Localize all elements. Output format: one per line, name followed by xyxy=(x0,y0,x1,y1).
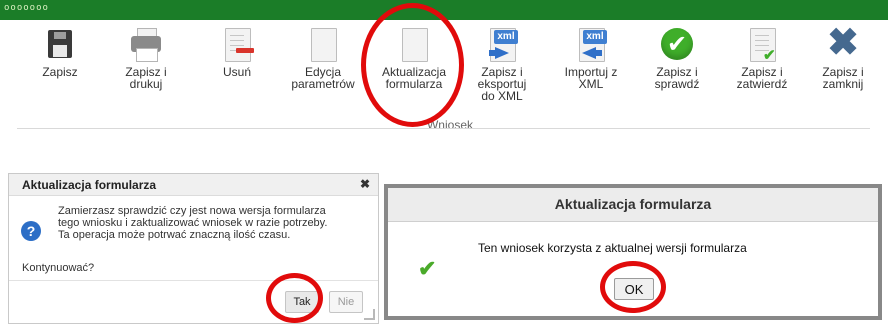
printer-icon xyxy=(129,28,163,62)
save-and-approve-button[interactable]: ✔ Zapisz i zatwierdź xyxy=(719,26,805,90)
update-confirm-dialog: Aktualizacja formularza ✖ ? Zamierzasz s… xyxy=(8,173,379,324)
result-message: Ten wniosek korzysta z aktualnej wersji … xyxy=(478,241,747,255)
xml-export-icon: xml xyxy=(485,28,519,62)
import-xml-button[interactable]: xml Importuj z XML xyxy=(548,26,634,90)
ribbon-toolbar: Zapisz Zapisz i drukuj Usuń Edycja param… xyxy=(0,20,888,132)
dialog-message: Zamierzasz sprawdzić czy jest nowa wersj… xyxy=(58,205,328,241)
delete-label: Usuń xyxy=(222,65,251,79)
dialog-title: Aktualizacja formularza xyxy=(22,178,157,192)
save-and-approve-label: Zapisz i zatwierdź xyxy=(736,65,788,91)
xml-import-icon: xml xyxy=(574,28,608,62)
yes-button[interactable]: Tak xyxy=(285,291,319,313)
import-xml-label: Importuj z XML xyxy=(564,65,618,91)
save-and-print-label: Zapisz i drukuj xyxy=(125,65,167,91)
update-result-dialog: Aktualizacja formularza ✔ Ten wniosek ko… xyxy=(384,184,882,320)
dialog-question: Kontynuować? xyxy=(22,262,95,274)
ribbon-group-label: Wniosek xyxy=(426,118,473,132)
dialog-titlebar: Aktualizacja formularza ✖ xyxy=(9,174,378,196)
save-export-xml-button[interactable]: xml Zapisz i eksportuj do XML xyxy=(459,26,545,102)
save-and-close-label: Zapisz i zamknij xyxy=(822,65,864,91)
close-x-icon: ✖ xyxy=(827,22,859,64)
green-check-icon xyxy=(660,28,694,62)
document-approve-icon: ✔ xyxy=(745,28,779,64)
floppy-disk-icon xyxy=(43,28,77,62)
edit-parameters-label: Edycja parametrów xyxy=(291,65,355,91)
save-and-close-button[interactable]: ✖ Zapisz i zamknij xyxy=(800,22,886,91)
blank-document-icon xyxy=(306,28,340,62)
save-export-xml-label: Zapisz i eksportuj do XML xyxy=(477,65,527,103)
save-and-print-button[interactable]: Zapisz i drukuj xyxy=(103,26,189,90)
close-icon[interactable]: ✖ xyxy=(360,177,370,191)
blank-document-icon xyxy=(397,28,431,62)
success-check-icon: ✔ xyxy=(418,256,437,281)
header-text: ooooooo xyxy=(4,3,49,13)
ok-button[interactable]: OK xyxy=(614,278,654,300)
delete-document-icon xyxy=(220,28,254,62)
question-icon: ? xyxy=(21,221,41,241)
app-header-bar: ooooooo xyxy=(0,0,888,20)
update-form-label: Aktualizacja formularza xyxy=(381,65,447,91)
result-dialog-title: Aktualizacja formularza xyxy=(554,196,712,212)
delete-button[interactable]: Usuń xyxy=(194,26,280,78)
save-button-label: Zapisz xyxy=(42,65,78,79)
edit-parameters-button[interactable]: Edycja parametrów xyxy=(280,26,366,90)
ribbon-divider xyxy=(17,128,870,129)
update-form-button[interactable]: Aktualizacja formularza xyxy=(371,26,457,90)
save-and-check-label: Zapisz i sprawdź xyxy=(654,65,700,91)
dialog-footer-divider xyxy=(9,280,378,281)
resize-grip-icon[interactable] xyxy=(364,309,375,320)
save-and-check-button[interactable]: Zapisz i sprawdź xyxy=(634,26,720,90)
no-button[interactable]: Nie xyxy=(329,291,363,313)
result-dialog-titlebar: Aktualizacja formularza xyxy=(388,188,878,222)
save-button[interactable]: Zapisz xyxy=(17,26,103,78)
